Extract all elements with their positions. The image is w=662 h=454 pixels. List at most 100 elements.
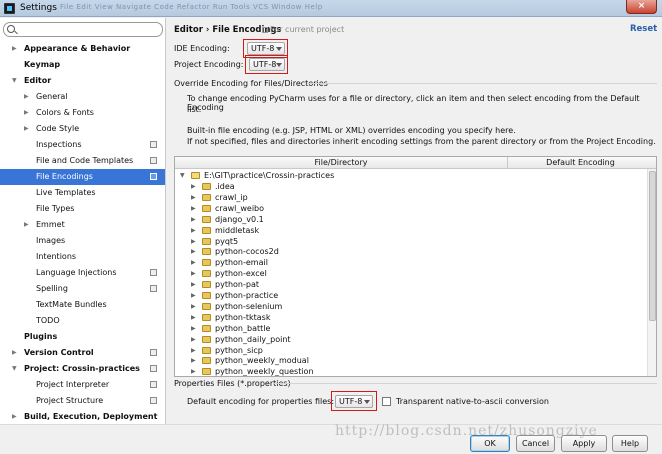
sidebar-item[interactable]: Spelling xyxy=(0,281,165,297)
sidebar-item[interactable]: ▶ Build, Execution, Deployment xyxy=(0,409,165,425)
table-row[interactable]: ▶ .idea xyxy=(175,181,645,192)
sidebar-item[interactable]: ▶ Code Style xyxy=(0,121,165,137)
chevron-right-icon[interactable]: ▶ xyxy=(191,290,196,301)
chevron-right-icon[interactable]: ▶ xyxy=(24,89,29,105)
table-row[interactable]: ▶ python_weekly_question xyxy=(175,366,645,376)
column-header-encoding[interactable]: Default Encoding xyxy=(508,157,653,169)
sidebar-item[interactable]: Keymap xyxy=(0,57,165,73)
column-header-file[interactable]: File/Directory xyxy=(175,157,508,169)
path-label: python-selenium xyxy=(215,301,283,311)
table-row[interactable]: ▶ pyqt5 xyxy=(175,236,645,247)
encoding-table[interactable]: File/Directory Default Encoding ▼ E:\GIT\… xyxy=(174,156,657,377)
table-row[interactable]: ▶ crawl_weibo xyxy=(175,203,645,214)
path-label: python_sicp xyxy=(215,345,263,355)
native-to-ascii-checkbox[interactable] xyxy=(382,397,391,406)
sidebar-item[interactable]: Inspections xyxy=(0,137,165,153)
sidebar-item[interactable]: Plugins xyxy=(0,329,165,345)
sidebar-item[interactable]: ▼ Project: Crossin-practices xyxy=(0,361,165,377)
sidebar-item[interactable]: ▶ Colors & Fonts xyxy=(0,105,165,121)
sidebar-item[interactable]: TextMate Bundles xyxy=(0,297,165,313)
chevron-right-icon[interactable]: ▶ xyxy=(24,105,29,121)
sidebar-item[interactable]: Language Injections xyxy=(0,265,165,281)
chevron-right-icon[interactable]: ▶ xyxy=(191,323,196,334)
help-button[interactable]: Help xyxy=(612,435,648,452)
sidebar-item[interactable]: ▶ Appearance & Behavior xyxy=(0,41,165,57)
sidebar-item[interactable]: Images xyxy=(0,233,165,249)
sidebar-item[interactable]: File Encodings xyxy=(0,169,165,185)
chevron-right-icon[interactable]: ▶ xyxy=(12,345,17,361)
path-label: python-excel xyxy=(215,269,267,279)
chevron-right-icon[interactable]: ▶ xyxy=(191,214,196,225)
table-row[interactable]: ▶ python_weekly_modual xyxy=(175,355,645,366)
sidebar-item-label: Images xyxy=(36,236,66,245)
sidebar-item[interactable]: File Types xyxy=(0,201,165,217)
chevron-right-icon[interactable]: ▶ xyxy=(191,355,196,366)
table-row[interactable]: ▶ python-cocos2d xyxy=(175,246,645,257)
table-row[interactable]: ▶ python-tktask xyxy=(175,312,645,323)
table-row[interactable]: ▶ python_sicp xyxy=(175,345,645,356)
chevron-right-icon[interactable]: ▶ xyxy=(191,279,196,290)
sidebar-item[interactable]: ▶ Emmet xyxy=(0,217,165,233)
table-row[interactable]: ▶ middletask xyxy=(175,225,645,236)
sidebar-item-label: File and Code Templates xyxy=(36,156,134,165)
sidebar-item[interactable]: Project Interpreter xyxy=(0,377,165,393)
path-label: django_v0.1 xyxy=(215,214,264,224)
table-row[interactable]: ▶ python_daily_point xyxy=(175,334,645,345)
properties-encoding-select[interactable]: UTF-8 xyxy=(335,395,373,408)
chevron-down-icon[interactable]: ▼ xyxy=(12,361,17,377)
chevron-right-icon[interactable]: ▶ xyxy=(191,334,196,345)
search-input[interactable] xyxy=(3,22,163,37)
ide-encoding-label: IDE Encoding: xyxy=(174,44,230,53)
chevron-down-icon xyxy=(364,400,370,404)
sidebar-item[interactable]: Live Templates xyxy=(0,185,165,201)
folder-icon xyxy=(202,237,211,245)
sidebar-item[interactable]: Intentions xyxy=(0,249,165,265)
chevron-right-icon[interactable]: ▶ xyxy=(191,246,196,257)
native-to-ascii-label[interactable]: Transparent native-to-ascii conversion xyxy=(396,397,549,406)
table-row[interactable]: ▶ python-selenium xyxy=(175,301,645,312)
chevron-right-icon[interactable]: ▶ xyxy=(191,268,196,279)
project-scope-icon xyxy=(150,269,157,276)
chevron-right-icon[interactable]: ▶ xyxy=(24,217,29,233)
chevron-down-icon[interactable]: ▼ xyxy=(180,170,185,181)
vertical-scrollbar[interactable] xyxy=(647,169,656,376)
sidebar-item[interactable]: TODO xyxy=(0,313,165,329)
chevron-right-icon[interactable]: ▶ xyxy=(191,345,196,356)
reset-link[interactable]: Reset xyxy=(630,24,657,34)
chevron-down-icon[interactable]: ▼ xyxy=(12,73,17,89)
table-row[interactable]: ▶ python-pat xyxy=(175,279,645,290)
table-row[interactable]: ▶ python-excel xyxy=(175,268,645,279)
table-row[interactable]: ▶ python-email xyxy=(175,257,645,268)
chevron-right-icon[interactable]: ▶ xyxy=(191,236,196,247)
ide-encoding-value: UTF-8 xyxy=(251,44,275,53)
sidebar-item[interactable]: File and Code Templates xyxy=(0,153,165,169)
table-row[interactable]: ▼ E:\GIT\practice\Crossin-practices xyxy=(175,170,645,181)
sidebar-item[interactable]: ▶ General xyxy=(0,89,165,105)
chevron-right-icon[interactable]: ▶ xyxy=(12,41,17,57)
chevron-right-icon[interactable]: ▶ xyxy=(191,301,196,312)
chevron-right-icon[interactable]: ▶ xyxy=(191,225,196,236)
sidebar-item[interactable]: ▶ Version Control xyxy=(0,345,165,361)
sidebar-item[interactable]: Project Structure xyxy=(0,393,165,409)
chevron-right-icon[interactable]: ▶ xyxy=(24,121,29,137)
chevron-right-icon[interactable]: ▶ xyxy=(191,192,196,203)
table-row[interactable]: ▶ django_v0.1 xyxy=(175,214,645,225)
chevron-right-icon[interactable]: ▶ xyxy=(12,409,17,425)
project-encoding-select[interactable]: UTF-8 xyxy=(249,58,285,71)
close-button[interactable]: × xyxy=(626,0,657,14)
table-row[interactable]: ▶ crawl_ip xyxy=(175,192,645,203)
ide-encoding-select[interactable]: UTF-8 xyxy=(247,42,285,55)
chevron-right-icon[interactable]: ▶ xyxy=(191,257,196,268)
table-row[interactable]: ▶ python-practice xyxy=(175,290,645,301)
chevron-right-icon[interactable]: ▶ xyxy=(191,203,196,214)
chevron-right-icon[interactable]: ▶ xyxy=(191,366,196,376)
chevron-right-icon[interactable]: ▶ xyxy=(191,181,196,192)
divider xyxy=(274,383,657,384)
sidebar-item[interactable]: ▼ Editor xyxy=(0,73,165,89)
sidebar-item-label: Project Structure xyxy=(36,396,104,405)
folder-icon xyxy=(202,259,211,267)
chevron-right-icon[interactable]: ▶ xyxy=(191,312,196,323)
table-row[interactable]: ▶ python_battle xyxy=(175,323,645,334)
scrollbar-thumb[interactable] xyxy=(649,171,656,321)
sidebar-item-label: TextMate Bundles xyxy=(36,300,107,309)
